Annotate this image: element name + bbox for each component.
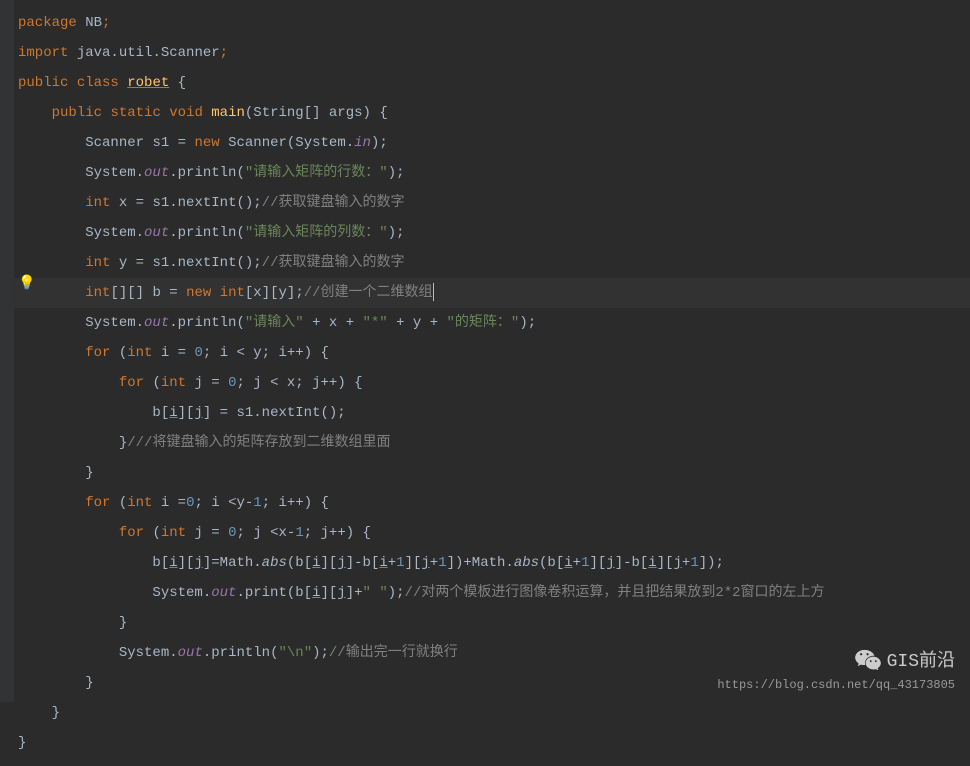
- wechat-icon: [855, 648, 881, 670]
- code-line[interactable]: System.out.println("请输入矩阵的列数：");: [10, 218, 970, 248]
- code-line[interactable]: }: [10, 608, 970, 638]
- code-line[interactable]: }///将键盘输入的矩阵存放到二维数组里面: [10, 428, 970, 458]
- code-editor[interactable]: package NB; import java.util.Scanner; pu…: [0, 0, 970, 766]
- code-line[interactable]: int y = s1.nextInt();//获取键盘输入的数字: [10, 248, 970, 278]
- code-line[interactable]: public class robet {: [10, 68, 970, 98]
- watermark-url: https://blog.csdn.net/qq_43173805: [717, 678, 955, 692]
- code-line[interactable]: for (int i =0; i <y-1; i++) {: [10, 488, 970, 518]
- code-line[interactable]: int x = s1.nextInt();//获取键盘输入的数字: [10, 188, 970, 218]
- code-line[interactable]: package NB;: [10, 8, 970, 38]
- code-line[interactable]: import java.util.Scanner;: [10, 38, 970, 68]
- code-line[interactable]: public static void main(String[] args) {: [10, 98, 970, 128]
- code-line[interactable]: }: [10, 698, 970, 728]
- code-line[interactable]: for (int j = 0; j <x-1; j++) {: [10, 518, 970, 548]
- code-line[interactable]: for (int j = 0; j < x; j++) {: [10, 368, 970, 398]
- code-line[interactable]: b[i][j] = s1.nextInt();: [10, 398, 970, 428]
- text-cursor: [433, 283, 434, 301]
- code-line[interactable]: }: [10, 458, 970, 488]
- watermark-logo: GIS前沿: [855, 646, 955, 672]
- code-line-active[interactable]: int[][] b = new int[x][y];//创建一个二维数组: [10, 278, 970, 308]
- code-line[interactable]: System.out.println("请输入矩阵的行数：");: [10, 158, 970, 188]
- watermark-text: GIS前沿: [887, 646, 955, 672]
- code-line[interactable]: for (int i = 0; i < y; i++) {: [10, 338, 970, 368]
- code-line[interactable]: }: [10, 728, 970, 758]
- code-line[interactable]: Scanner s1 = new Scanner(System.in);: [10, 128, 970, 158]
- code-line[interactable]: System.out.print(b[i][j]+" ");//对两个模板进行图…: [10, 578, 970, 608]
- intention-bulb-icon[interactable]: 💡: [18, 275, 35, 292]
- code-line[interactable]: System.out.println("请输入" + x + "*" + y +…: [10, 308, 970, 338]
- code-line[interactable]: System.out.println("\n");//输出完一行就换行: [10, 638, 970, 668]
- code-line[interactable]: b[i][j]=Math.abs(b[i][j]-b[i+1][j+1])+Ma…: [10, 548, 970, 578]
